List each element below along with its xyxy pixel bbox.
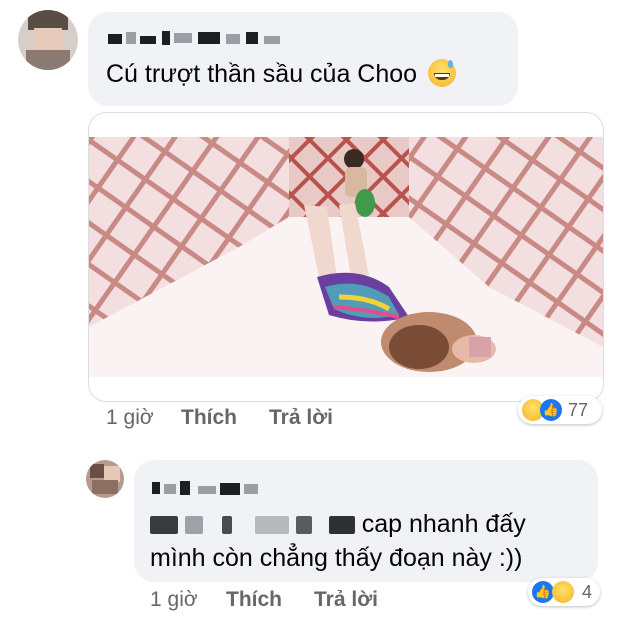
comment-bubble: Cú trượt thần sầu của Choo [88,12,518,106]
reply-actions: 1 giờ Thích Trả lời [150,588,450,614]
mention-tag[interactable] [150,510,362,538]
reply-author-name[interactable] [152,480,272,496]
reply-text-line2: mình còn chẳng thấy đoạn này :)) [150,544,523,572]
haha-reaction-icon [552,581,574,603]
reply-like-button[interactable]: Thích [226,588,282,612]
reply-commenter-avatar[interactable] [86,460,124,498]
commenter-avatar[interactable] [18,10,78,70]
like-reaction-icon: 👍 [532,581,554,603]
reaction-count: 77 [568,400,589,420]
like-reaction-icon: 👍 [540,399,562,421]
reply-reaction-count: 4 [582,582,593,602]
grinning-sweat-emoji-icon [428,59,457,87]
reply-text-line1: cap nhanh đấy [361,510,526,538]
comment-author-name[interactable] [108,30,288,46]
comment-actions: 1 giờ Thích Trả lời [106,406,406,432]
reply-timestamp[interactable]: 1 giờ [150,588,198,612]
reply-button[interactable]: Trả lời [269,406,333,430]
reaction-summary[interactable]: 👍 77 [518,396,602,424]
reply-bubble: cap nhanh đấy mình còn chẳng thấy đoạn n… [134,460,598,582]
comment-timestamp[interactable]: 1 giờ [106,406,154,430]
like-button[interactable]: Thích [181,406,237,430]
comment-media-attachment[interactable] [88,112,604,402]
reply-reply-button[interactable]: Trả lời [314,588,378,612]
comment-text: Cú trượt thần sầu của Choo [106,60,418,88]
comment-photo[interactable] [89,137,603,377]
reply-reaction-summary[interactable]: 👍 4 [528,578,600,606]
